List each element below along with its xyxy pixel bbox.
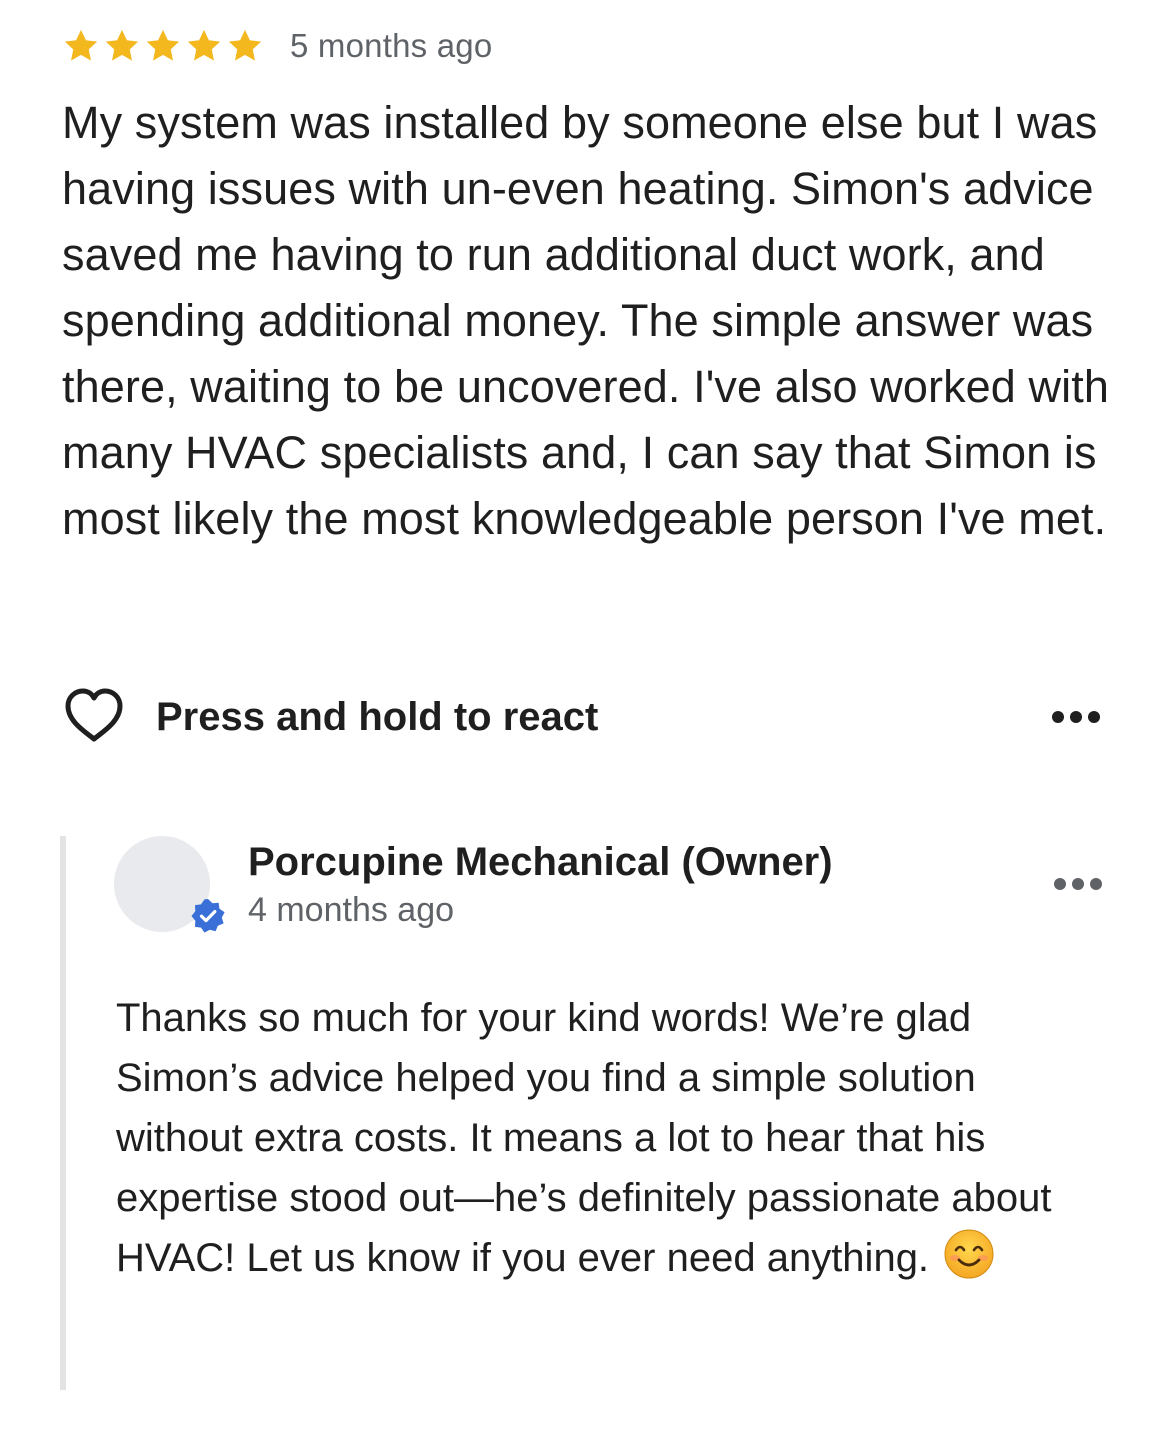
star-icon [187,29,221,61]
star-icon [228,29,262,61]
star-rating [62,27,264,65]
reply-time: 4 months ago [248,891,455,929]
heart-outline-icon[interactable] [62,685,126,749]
reaction-bar: Press and hold to react [62,682,1102,752]
react-button[interactable]: Press and hold to react [156,695,598,740]
reply-text-block: Thanks so much for your kind words! We’r… [116,988,1106,1288]
review-card: 5 months ago My system was installed by … [62,18,1122,552]
more-options-icon[interactable] [1050,709,1102,725]
star-icon [64,29,98,61]
rating-row: 5 months ago [62,18,1122,74]
star-icon [105,29,139,61]
reply-text: Thanks so much for your kind words! We’r… [116,996,1052,1280]
review-text: My system was installed by someone else … [62,97,1109,544]
verified-badge-icon [191,899,225,933]
smiling-face-emoji-icon [944,1229,994,1279]
owner-reply: Porcupine Mechanical (Owner) 4 months ag… [60,836,1128,1390]
star-icon [146,29,180,61]
reply-more-options-icon[interactable] [1052,876,1104,892]
owner-name[interactable]: Porcupine Mechanical (Owner) [248,836,833,888]
review-time: 5 months ago [290,27,493,64]
